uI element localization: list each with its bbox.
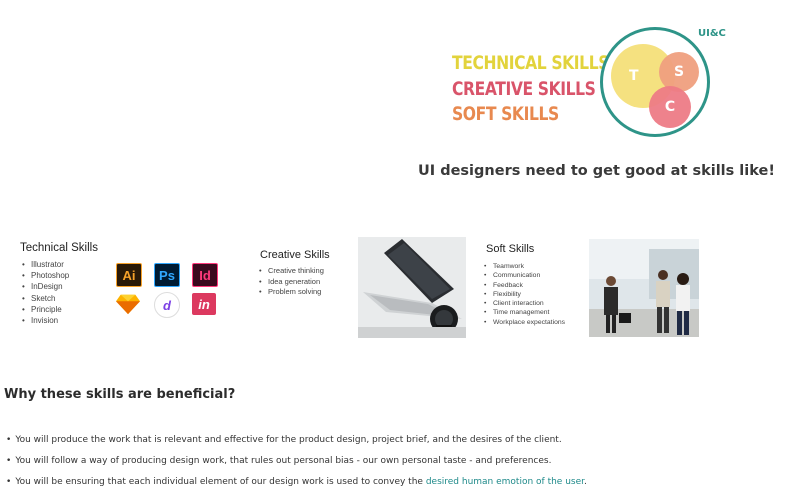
page-heading: UI designers need to get good at skills … (418, 163, 775, 179)
soft-skills-title: Soft Skills (486, 243, 535, 255)
benefit-bullet-1: • You will produce the work that is relev… (6, 435, 562, 445)
list-item: InDesign (22, 281, 69, 292)
creative-skills-line: CREATIVE SKILLS (452, 78, 596, 100)
venn-letter-t: T (629, 68, 639, 84)
benefit-text: You will follow a way of producing desig… (15, 456, 552, 466)
soft-skills-list: Teamwork Communication Feedback Flexibil… (484, 262, 565, 327)
photoshop-icon: Ps (154, 263, 180, 287)
indesign-icon: Id (192, 263, 218, 287)
benefit-bullet-3: • You will be ensuring that each individu… (6, 477, 587, 487)
benefit-text-end: . (584, 477, 587, 487)
list-item: Idea generation (259, 277, 324, 288)
venn-letter-c: C (664, 99, 676, 115)
benefit-text: You will be ensuring that each individua… (15, 477, 426, 487)
why-section-title: Why these skills are beneficial? (4, 387, 236, 402)
benefit-bullet-2: • You will follow a way of producing desi… (6, 456, 552, 466)
human-emotion-link[interactable]: desired human emotion of the user (426, 477, 584, 487)
list-item: Time management (484, 308, 565, 318)
list-item: Flexibility (484, 290, 565, 300)
list-item: Creative thinking (259, 266, 324, 277)
list-item: Feedback (484, 281, 565, 291)
invision-icon: in (192, 293, 216, 315)
list-item: Principle (22, 304, 69, 315)
creative-skills-list: Creative thinking Idea generation Proble… (259, 266, 324, 298)
skills-banner: TECHNICAL SKILLS CREATIVE SKILLS SOFT SK… (440, 22, 740, 142)
list-item: Invision (22, 315, 69, 326)
venn-creative-circle: C (649, 86, 691, 128)
benefit-text: You will produce the work that is releva… (15, 435, 562, 445)
people-photo (589, 239, 699, 337)
list-item: Workplace expectations (484, 318, 565, 328)
soft-skills-line: SOFT SKILLS (452, 103, 559, 125)
technical-skills-title: Technical Skills (20, 242, 98, 254)
sketch-icon (116, 293, 140, 315)
principle-icon: d (154, 292, 180, 318)
list-item: Teamwork (484, 262, 565, 272)
venn-letter-s: S (673, 64, 685, 80)
list-item: Client interaction (484, 299, 565, 309)
list-item: Photoshop (22, 270, 69, 281)
uic-badge: UI&C (698, 28, 726, 39)
technical-skills-line: TECHNICAL SKILLS (452, 52, 610, 74)
technical-skills-list: Illustrator Photoshop InDesign Sketch Pr… (22, 259, 69, 326)
creative-skills-title: Creative Skills (260, 249, 330, 261)
laptop-photo (358, 237, 466, 338)
list-item: Problem solving (259, 287, 324, 298)
illustrator-icon: Ai (116, 263, 142, 287)
venn-diagram-ring: T S C (600, 27, 710, 137)
list-item: Sketch (22, 293, 69, 304)
list-item: Communication (484, 271, 565, 281)
list-item: Illustrator (22, 259, 69, 270)
